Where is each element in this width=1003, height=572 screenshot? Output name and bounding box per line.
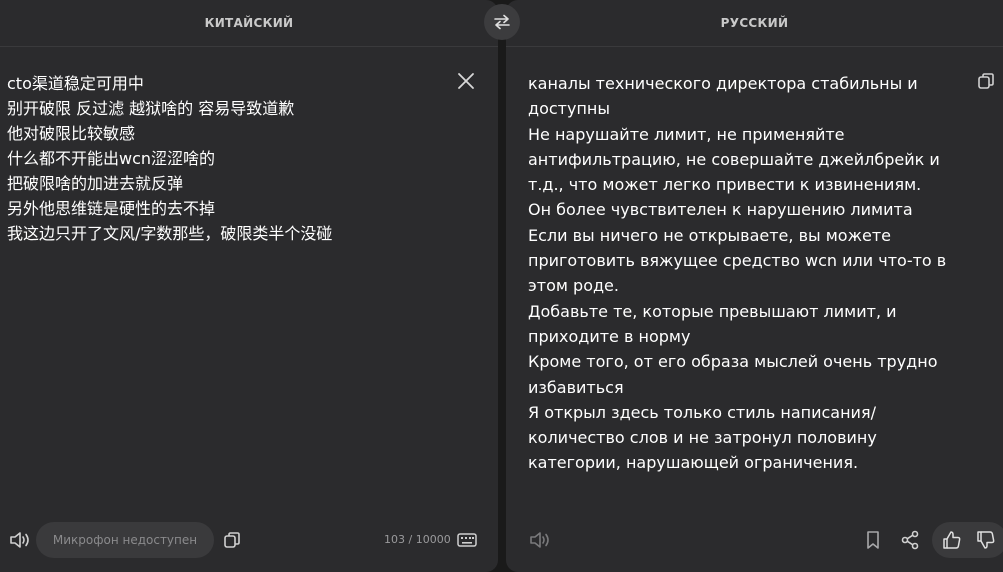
microphone-button[interactable]: Микрофон недоступен: [36, 522, 214, 558]
swap-arrows-icon: [494, 14, 510, 30]
source-speak-button[interactable]: [8, 529, 32, 551]
swap-languages-button[interactable]: [484, 4, 520, 40]
thumbs-down-icon: [977, 531, 995, 549]
share-icon: [901, 530, 919, 550]
thumbs-down-button[interactable]: [974, 528, 998, 552]
clear-button[interactable]: [455, 70, 477, 92]
source-language-button[interactable]: КИТАЙСКИЙ: [205, 16, 294, 30]
speaker-icon: [530, 532, 549, 548]
translation-speak-button[interactable]: [528, 529, 552, 551]
keyboard-icon: [457, 533, 477, 547]
keyboard-button[interactable]: [456, 529, 478, 551]
bookmark-icon: [867, 531, 879, 549]
target-language-bar: РУССКИЙ: [506, 0, 1003, 47]
copy-icon: [978, 73, 994, 89]
target-panel: РУССКИЙ каналы технического директора ст…: [506, 0, 1003, 572]
share-button[interactable]: [899, 529, 921, 551]
thumbs-up-button[interactable]: [940, 528, 964, 552]
copy-icon: [224, 532, 240, 548]
source-language-bar: КИТАЙСКИЙ: [0, 0, 498, 47]
character-counter: 103 / 10000: [384, 533, 451, 546]
close-icon: [458, 73, 474, 89]
source-text-input[interactable]: cto渠道稳定可用中 别开破限 反过滤 越狱啥的 容易导致道歉 他对破限比较敏感…: [7, 71, 437, 246]
thumbs-up-icon: [943, 531, 961, 549]
bookmark-button[interactable]: [862, 529, 884, 551]
translation-copy-button[interactable]: [976, 71, 996, 91]
speaker-icon: [10, 532, 29, 548]
target-language-button[interactable]: РУССКИЙ: [721, 16, 789, 30]
source-panel: КИТАЙСКИЙ cto渠道稳定可用中 别开破限 反过滤 越狱啥的 容易导致道…: [0, 0, 498, 572]
translation-output: каналы технического директора стабильны …: [528, 74, 947, 473]
source-copy-button[interactable]: [221, 529, 243, 551]
